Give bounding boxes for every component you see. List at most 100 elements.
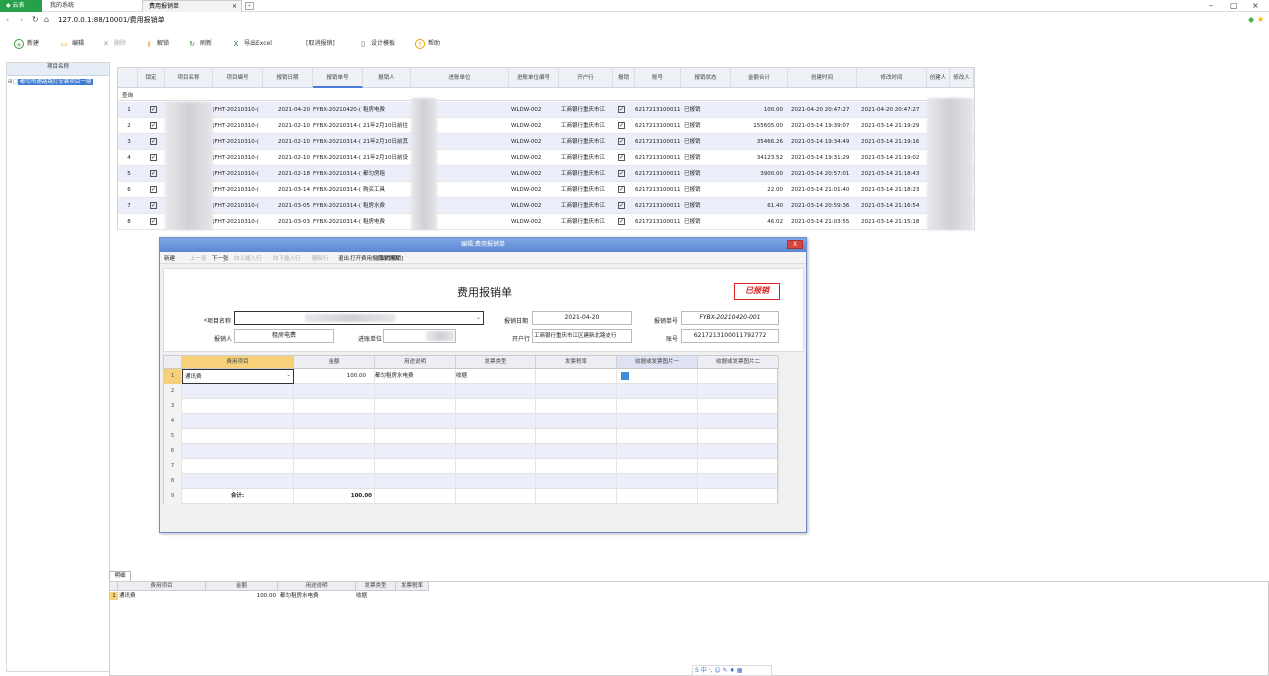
detail-cell[interactable]: [182, 459, 294, 474]
detail-cell[interactable]: [536, 429, 617, 444]
person-field[interactable]: 租房电费: [234, 329, 334, 343]
detail-cell[interactable]: [375, 489, 456, 504]
detail-cell[interactable]: [294, 444, 375, 459]
detail-row[interactable]: 9 合计: 100.00: [164, 489, 779, 504]
tab-close-icon[interactable]: ×: [232, 1, 237, 12]
detail-column-header[interactable]: 收据或发票图片二: [698, 356, 779, 369]
cost-item-select[interactable]: 通讯费 ⌄: [182, 369, 294, 384]
detail-cell[interactable]: [182, 414, 294, 429]
new-tab-button[interactable]: +: [245, 2, 254, 10]
detail-cell[interactable]: [456, 489, 536, 504]
image-upload-icon[interactable]: [621, 371, 629, 380]
favorite-icon[interactable]: ★: [1257, 15, 1264, 24]
help-button[interactable]: ? 帮助: [415, 38, 440, 50]
column-header[interactable]: 报销: [613, 68, 635, 88]
detail-cell[interactable]: [617, 429, 698, 444]
detail-cell[interactable]: [617, 444, 698, 459]
no-field[interactable]: FYBX-20210420-001: [681, 311, 779, 325]
unlock-button[interactable]: ⚷ 解锁: [144, 38, 169, 50]
column-header[interactable]: 报销状态: [681, 68, 731, 88]
reload-icon[interactable]: ↻: [32, 15, 39, 24]
lock-checkbox[interactable]: ✓: [150, 214, 157, 230]
url-text[interactable]: 127.0.0.1:88/10001/费用报销单: [58, 15, 165, 25]
detail-row[interactable]: 3: [164, 399, 779, 414]
detail-cell[interactable]: [456, 429, 536, 444]
detail-column-header[interactable]: 用途说明: [278, 582, 356, 591]
detail-column-header[interactable]: 金额: [294, 356, 375, 369]
project-select[interactable]: ⌄: [234, 311, 484, 325]
detail-cell[interactable]: [536, 444, 617, 459]
dialog-close-button[interactable]: X: [787, 240, 803, 249]
detail-cell[interactable]: [456, 399, 536, 414]
detail-row[interactable]: 8: [164, 474, 779, 489]
reimbursed-checkbox[interactable]: ✓: [618, 102, 625, 118]
detail-cell[interactable]: [617, 489, 698, 504]
reimbursed-checkbox[interactable]: ✓: [618, 150, 625, 166]
date-field[interactable]: 2021-04-20: [532, 311, 632, 325]
detail-cell[interactable]: [617, 474, 698, 489]
detail-cell[interactable]: [698, 369, 779, 384]
dlg-new-button[interactable]: 新建: [164, 254, 175, 262]
detail-row[interactable]: 7: [164, 459, 779, 474]
export-excel-button[interactable]: X 导出Excel: [231, 38, 272, 50]
home-icon[interactable]: ⌂: [44, 15, 49, 24]
detail-cell[interactable]: [294, 384, 375, 399]
detail-cell[interactable]: [182, 429, 294, 444]
chevron-down-icon[interactable]: ⌄: [476, 312, 481, 324]
table-row[interactable]: 7 JFHT-20210310-(2021-03-05 FYBX-20210314-…: [118, 198, 974, 214]
reimbursed-checkbox[interactable]: ✓: [618, 134, 625, 150]
detail-cell[interactable]: [456, 459, 536, 474]
table-row[interactable]: 3 JFHT-20210310-(2021-02-10 FYBX-20210314-…: [118, 134, 974, 150]
table-row[interactable]: 4 JFHT-20210310-(2021-02-10 FYBX-20210314-…: [118, 150, 974, 166]
detail-cell[interactable]: [182, 384, 294, 399]
column-header[interactable]: 账号: [635, 68, 681, 88]
detail-cell[interactable]: [456, 474, 536, 489]
detail-cell[interactable]: [698, 489, 779, 504]
column-header[interactable]: 创建时间: [788, 68, 857, 88]
detail-cell[interactable]: [375, 399, 456, 414]
column-header[interactable]: 项目编号: [213, 68, 263, 88]
detail-row[interactable]: 5: [164, 429, 779, 444]
detail-cell[interactable]: [536, 414, 617, 429]
minimize-button[interactable]: –: [1209, 0, 1213, 12]
tab-detail[interactable]: 明细: [109, 571, 131, 581]
detail-column-header[interactable]: 费用项目: [182, 356, 294, 369]
reimbursed-checkbox[interactable]: ✓: [618, 198, 625, 214]
delete-row-button[interactable]: 删除行: [312, 254, 329, 262]
detail-cell[interactable]: [182, 474, 294, 489]
reimbursed-checkbox[interactable]: ✓: [618, 118, 625, 134]
detail-cell[interactable]: [294, 459, 375, 474]
table-row[interactable]: 2 JFHT-20210310-(2021-02-10 FYBX-20210314-…: [118, 118, 974, 134]
detail-cell[interactable]: [294, 429, 375, 444]
detail-cell[interactable]: [375, 384, 456, 399]
detail-cell[interactable]: [294, 414, 375, 429]
detail-cell[interactable]: [294, 399, 375, 414]
lock-checkbox[interactable]: ✓: [150, 102, 157, 118]
detail-cell[interactable]: [456, 384, 536, 399]
detail-cell[interactable]: [375, 429, 456, 444]
detail-column-header[interactable]: 金额: [206, 582, 278, 591]
detail-cell[interactable]: [375, 474, 456, 489]
reimbursed-checkbox[interactable]: ✓: [618, 182, 625, 198]
detail-cell[interactable]: [536, 399, 617, 414]
detail-cell[interactable]: [182, 399, 294, 414]
table-row[interactable]: 6 JFHT-20210310-(2021-03-14 FYBX-20210314-…: [118, 182, 974, 198]
detail-column-header[interactable]: 发票类型: [456, 356, 536, 369]
dlg-cancel-reimb-button[interactable]: [取消报销]: [377, 254, 403, 262]
insert-above-button[interactable]: 向上插入行: [234, 254, 262, 262]
tab-my-system[interactable]: 我的系统: [44, 0, 140, 12]
lock-checkbox[interactable]: ✓: [150, 134, 157, 150]
delete-button[interactable]: ✕ 删除: [101, 38, 126, 50]
column-header[interactable]: 修改人: [950, 68, 974, 88]
column-header[interactable]: 进账单位: [411, 68, 509, 88]
extension-icon[interactable]: ◆: [1248, 15, 1254, 24]
lock-checkbox[interactable]: ✓: [150, 150, 157, 166]
tree-item-project[interactable]: ⊞▢ 都匀市通路路灯安装项目一期: [8, 77, 94, 85]
detail-row[interactable]: 2: [164, 384, 779, 399]
detail-cell[interactable]: [294, 474, 375, 489]
table-row[interactable]: 8 JFHT-20210310-(2021-03-03 FYBX-20210314-…: [118, 214, 974, 230]
tab-yunbiao[interactable]: ◆ 云表: [0, 0, 42, 12]
column-header[interactable]: 报销单号: [313, 68, 363, 88]
detail-cell[interactable]: [456, 414, 536, 429]
column-header[interactable]: 修改时间: [857, 68, 927, 88]
